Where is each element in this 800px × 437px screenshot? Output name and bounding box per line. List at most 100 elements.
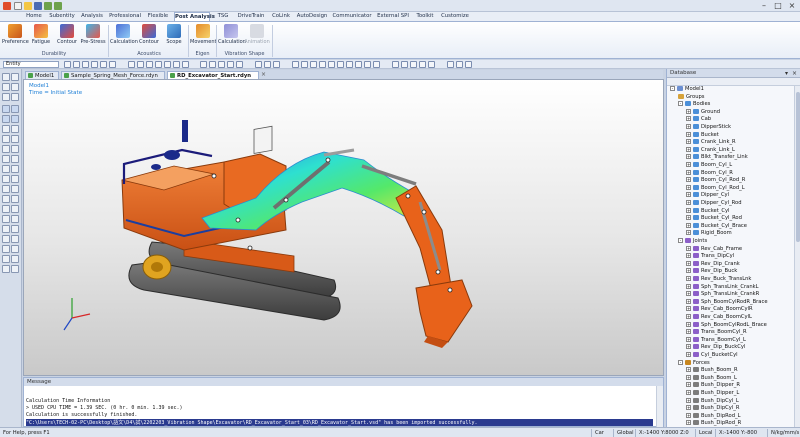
collapse-icon[interactable]: -: [670, 86, 675, 91]
extra3-tool-icon[interactable]: [2, 235, 10, 243]
collapse-icon[interactable]: -: [678, 359, 683, 365]
expand-icon[interactable]: +: [686, 329, 691, 335]
expand-icon[interactable]: +: [686, 291, 691, 297]
extra6-tool-icon[interactable]: [11, 245, 19, 253]
hide-tool-icon[interactable]: [11, 185, 19, 193]
bushing-force-icon[interactable]: [11, 145, 19, 153]
vibration-calculation-button[interactable]: Calculation: [218, 24, 246, 50]
expand-icon[interactable]: +: [686, 374, 691, 380]
help-tool-icon[interactable]: [11, 215, 19, 223]
expand-icon[interactable]: +: [686, 382, 691, 388]
link-tool-icon[interactable]: [11, 115, 19, 123]
expand-icon[interactable]: +: [686, 412, 691, 418]
expand-icon[interactable]: +: [686, 184, 691, 190]
tree-item[interactable]: + Bucket_Cyl: [686, 207, 729, 216]
expand-icon[interactable]: +: [686, 169, 691, 175]
tab-flexible[interactable]: Flexible: [146, 12, 170, 21]
expand-icon[interactable]: +: [686, 321, 691, 327]
expand-icon[interactable]: +: [686, 276, 691, 281]
tree-item[interactable]: + Bush_DipCyl_R: [686, 405, 740, 413]
revolute-joint-icon[interactable]: [2, 125, 10, 133]
fixed-joint-icon[interactable]: [11, 135, 19, 143]
tree-item[interactable]: + Bucket: [686, 131, 719, 140]
durability-contour-button[interactable]: Contour: [54, 24, 80, 50]
expand-icon[interactable]: +: [686, 131, 691, 137]
view-back-icon[interactable]: [137, 61, 144, 68]
extra2-tool-icon[interactable]: [11, 225, 19, 233]
entity-filter-select[interactable]: Entity: [3, 61, 59, 68]
zoom-in-icon[interactable]: [209, 61, 216, 68]
expand-icon[interactable]: +: [686, 139, 691, 145]
open-file-icon[interactable]: [24, 2, 32, 10]
animation-tool-icon[interactable]: [2, 205, 10, 213]
scope-button[interactable]: Scope: [161, 24, 187, 50]
extra8-tool-icon[interactable]: [11, 255, 19, 263]
tree-item[interactable]: + Bush_Boom_R: [686, 367, 738, 375]
view-right-icon[interactable]: [155, 61, 162, 68]
fatigue-button[interactable]: Fatigue: [28, 24, 54, 50]
tree-item[interactable]: + Boom_Cyl_Rod_L: [686, 184, 745, 193]
expand-icon[interactable]: +: [686, 283, 691, 289]
expand-icon[interactable]: +: [686, 367, 691, 373]
tree-item[interactable]: + Sph_BoomCylRodR_Brace: [686, 298, 768, 307]
extra4-tool-icon[interactable]: [11, 235, 19, 243]
extra10-tool-icon[interactable]: [11, 265, 19, 273]
tree-item[interactable]: + Boom_Cyl_L: [686, 162, 732, 170]
tree-item[interactable]: + Rev_Dip_BuckCyl: [686, 344, 745, 352]
expand-icon[interactable]: +: [686, 420, 691, 426]
color-icon[interactable]: [392, 61, 399, 68]
tree-item[interactable]: + Trans_DipCyl: [686, 253, 734, 261]
tab-home[interactable]: Home: [23, 12, 45, 21]
panel-pin-icon[interactable]: ▾: [785, 69, 788, 78]
tab-subentity[interactable]: Subentity: [48, 12, 76, 21]
ortho-icon[interactable]: [100, 61, 107, 68]
collapse-icon[interactable]: -: [678, 101, 683, 107]
move-tool-icon[interactable]: [2, 83, 10, 91]
show-joints-icon[interactable]: [301, 61, 308, 68]
tab-communicator[interactable]: Communicator: [332, 12, 372, 21]
doc-tab-model1[interactable]: Model1: [25, 71, 59, 79]
expand-icon[interactable]: +: [686, 397, 691, 403]
capture-icon[interactable]: [447, 61, 454, 68]
view-left-icon[interactable]: [146, 61, 153, 68]
tree-item[interactable]: + Bush_Dipper_L: [686, 390, 739, 398]
snap-icon[interactable]: [82, 61, 89, 68]
redo-icon[interactable]: [54, 2, 62, 10]
plot-icon[interactable]: [11, 165, 19, 173]
tree-item[interactable]: + Crank_Link_L: [686, 146, 735, 155]
expand-icon[interactable]: +: [686, 215, 691, 221]
line-tool-icon[interactable]: [11, 93, 19, 101]
tree-item[interactable]: + Bucket_Cyl_Brace: [686, 222, 747, 231]
expand-icon[interactable]: +: [686, 268, 691, 274]
message-line-selected[interactable]: "C:\Users\TECH-02-PC\Desktop\語文\D4\試\220…: [26, 419, 653, 426]
render-shaded-icon[interactable]: [255, 61, 262, 68]
show-triad-icon[interactable]: [373, 61, 380, 68]
sensor-icon[interactable]: [11, 175, 19, 183]
new-file-icon[interactable]: [14, 2, 22, 10]
tree-item[interactable]: + Sph_TransLink_CrankR: [686, 291, 759, 299]
translational-joint-icon[interactable]: [11, 125, 19, 133]
tree-item[interactable]: + Rev_Cab_BoomCylL: [686, 314, 752, 322]
view-bottom-icon[interactable]: [173, 61, 180, 68]
transform-tool-icon[interactable]: [11, 73, 19, 81]
tab-toolkit[interactable]: Toolkit: [414, 12, 436, 21]
tree-item[interactable]: + Rev_Cab_BoomCylR: [686, 306, 753, 314]
tree-item[interactable]: + Cab: [686, 116, 711, 124]
filter-icon[interactable]: [73, 61, 80, 68]
tree-item[interactable]: + Bush_DipCyl_L: [686, 397, 739, 406]
tree-scrollbar[interactable]: [794, 86, 800, 427]
expand-icon[interactable]: +: [686, 298, 691, 304]
expand-icon[interactable]: +: [686, 154, 691, 160]
tree-item[interactable]: + Bucket_Cyl_Rod: [686, 215, 742, 223]
expand-icon[interactable]: +: [686, 390, 691, 395]
tree-item[interactable]: + Boom_Cyl_Rod_R: [686, 177, 745, 185]
tab-customize[interactable]: Customize: [440, 12, 470, 21]
tree-item[interactable]: + Rev_Dip_Buck: [686, 268, 737, 276]
zoom-fit-icon[interactable]: [200, 61, 207, 68]
pre-stress-button[interactable]: Pre-Stress: [80, 24, 106, 50]
expand-icon[interactable]: +: [686, 192, 691, 198]
close-button[interactable]: ×: [785, 0, 799, 11]
expand-icon[interactable]: +: [686, 230, 691, 236]
tree-item[interactable]: - Forces: [678, 359, 710, 368]
tab-tsg[interactable]: TSG: [214, 12, 232, 21]
